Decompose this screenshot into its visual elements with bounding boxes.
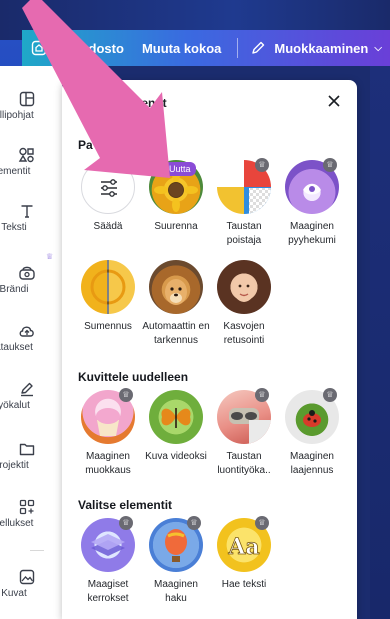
- sidebar-item-label: rojektit: [0, 460, 29, 471]
- tool-label: Säädä: [93, 221, 123, 232]
- file-menu[interactable]: Tiedosto: [70, 41, 124, 56]
- upload-icon: [12, 320, 42, 342]
- sidebar-item-label: vellukset: [0, 518, 34, 529]
- sidebar-item-apps[interactable]: vellukset: [0, 496, 62, 529]
- sidebar-item-label: ementit: [0, 166, 31, 177]
- crown-icon: ♕: [119, 388, 133, 402]
- sidebar-item-photos[interactable]: Kuvat: [0, 566, 62, 599]
- sidebar-item-tools[interactable]: yökalut: [0, 378, 62, 411]
- panel-title-prefix: Ku: [80, 96, 96, 110]
- crown-icon: ♕: [255, 516, 269, 530]
- blur-icon: [81, 260, 135, 314]
- tool-label: Automaattin en tarkennus: [142, 321, 210, 346]
- tool-bg-generator[interactable]: ♕ Taustan luontityöka..: [210, 388, 278, 478]
- sidebar-item-uploads[interactable]: ataukset: [0, 320, 62, 353]
- sidebar-item-label: yökalut: [0, 400, 30, 411]
- elements-icon: [12, 144, 42, 166]
- tools-icon: [12, 378, 42, 400]
- tool-face-retouch[interactable]: Kasvojen retusointi: [210, 260, 278, 348]
- tool-label: Hae teksti: [221, 579, 267, 590]
- section-title: Kuvittele uudelleen: [78, 370, 189, 384]
- crown-icon: ♕: [255, 158, 269, 172]
- adjust-icon: [81, 160, 135, 214]
- sidebar-item-label: allipohjat: [0, 110, 34, 121]
- toolbar-divider: [237, 38, 239, 58]
- sidebar-item-elements[interactable]: ementit: [0, 144, 62, 177]
- sidebar-item-projects[interactable]: rojektit: [0, 438, 62, 471]
- photos-icon: [12, 566, 42, 588]
- sidebar-item-brand[interactable]: Brändi: [0, 262, 62, 295]
- tool-label: Kuva videoksi: [145, 451, 207, 462]
- sidebar-item-label: ataukset: [0, 342, 33, 353]
- tool-label: Taustan poistaja: [226, 221, 262, 246]
- tool-label: Maaginen pyyhekumi: [288, 221, 336, 246]
- crown-icon: ♕: [119, 516, 133, 530]
- tool-label: Maaginen haku: [154, 579, 198, 604]
- background-right: [370, 60, 390, 619]
- home-icon: [31, 40, 47, 56]
- dog-photo-icon: [149, 260, 203, 314]
- tools-panel: Ku ementit Pa Säädä Uutta Suurenna ♕ Tau…: [62, 80, 357, 619]
- crown-icon: ♕: [323, 388, 337, 402]
- sidebar-item-label: Kuvat: [1, 588, 27, 599]
- panel-title-text: ementit: [124, 96, 167, 110]
- butterfly-icon: [149, 390, 203, 444]
- section-title: Pa: [78, 138, 93, 152]
- tool-enlarge[interactable]: Uutta Suurenna: [142, 160, 210, 234]
- brand-icon: [12, 262, 42, 284]
- tool-image-to-video[interactable]: Kuva videoksi: [142, 390, 210, 464]
- tool-grab-text[interactable]: Aa ♕ Hae teksti: [210, 516, 278, 592]
- svg-text:Aa: Aa: [227, 534, 259, 560]
- tool-label: Maagiset kerrokset: [87, 579, 129, 604]
- home-button[interactable]: [26, 35, 52, 61]
- pencil-icon: [252, 41, 265, 54]
- crown-icon: ♕: [323, 158, 337, 172]
- tool-label: Maaginen muokkaus: [85, 451, 131, 476]
- tool-label: Kasvojen retusointi: [223, 321, 265, 346]
- tool-label: Maaginen laajennus: [290, 451, 334, 476]
- text-icon: [12, 200, 42, 222]
- sidebar-item-templates[interactable]: allipohjat: [0, 88, 62, 121]
- tool-blur[interactable]: Sumennus: [74, 260, 142, 334]
- tool-magic-expand[interactable]: ♕ Maaginen laajennus: [278, 388, 346, 478]
- sidebar-item-label: Brändi: [0, 284, 29, 295]
- close-icon[interactable]: [325, 92, 343, 110]
- tool-label: Taustan luontityöka..: [217, 451, 271, 476]
- sidebar-divider: [30, 550, 44, 551]
- tool-label: Suurenna: [154, 221, 198, 232]
- section-title: Valitse elementit: [78, 498, 173, 512]
- crown-icon: ♕: [187, 516, 201, 530]
- tool-magic-layers[interactable]: ♕ Maagiset kerrokset: [74, 516, 142, 606]
- tool-magic-eraser[interactable]: ♕ Maaginen pyyhekumi: [278, 158, 346, 248]
- template-icon: [12, 88, 42, 110]
- new-badge: Uutta: [164, 162, 196, 176]
- tool-adjust[interactable]: Säädä: [74, 160, 142, 234]
- sidebar-item-text[interactable]: Teksti: [0, 200, 62, 233]
- folder-icon: [12, 438, 42, 460]
- edit-mode-dropdown[interactable]: Muokkaaminen ⌵: [250, 40, 382, 56]
- tool-bg-remover[interactable]: ♕ Taustan poistaja: [210, 158, 278, 248]
- edit-mode-label: Muokkaaminen: [274, 40, 369, 56]
- left-sidebar: allipohjat ementit Teksti ♕ Brändi atauk…: [0, 66, 62, 619]
- crown-icon: ♕: [46, 252, 54, 261]
- crown-icon: ♕: [255, 388, 269, 402]
- apps-icon: [12, 496, 42, 518]
- tool-magic-edit[interactable]: ♕ Maaginen muokkaus: [74, 388, 142, 478]
- sidebar-item-label: Teksti: [1, 222, 27, 233]
- panel-title: Ku ementit: [80, 96, 167, 110]
- tool-label: Sumennus: [84, 321, 132, 332]
- top-toolbar: Tiedosto Muuta kokoa Muokkaaminen ⌵: [22, 30, 390, 66]
- chevron-down-icon: ⌵: [374, 42, 382, 54]
- face-photo-icon: [217, 260, 271, 314]
- tool-auto-focus[interactable]: Automaattin en tarkennus: [142, 260, 210, 348]
- tool-magic-grab[interactable]: ♕ Maaginen haku: [142, 516, 210, 606]
- resize-menu[interactable]: Muuta kokoa: [142, 41, 221, 56]
